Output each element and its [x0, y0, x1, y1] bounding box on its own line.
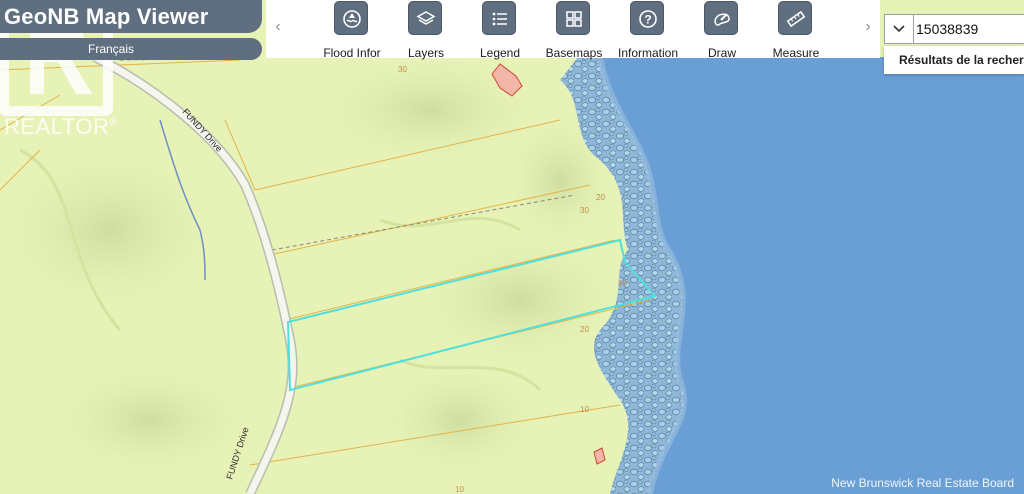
information-icon: ? [639, 10, 657, 28]
tool-measure-button[interactable]: Measure [758, 0, 834, 60]
search-results-label: Résultats de la recherche [899, 53, 1024, 67]
language-toggle-link[interactable]: Français [88, 42, 134, 56]
measure-icon [786, 10, 806, 28]
contour-label: 30 [580, 206, 589, 215]
search-box [884, 14, 1024, 44]
tool-label: Information [617, 46, 679, 60]
tool-legend-button[interactable]: Legend [462, 0, 538, 60]
toolbar-next-arrow[interactable]: › [860, 18, 876, 36]
tool-label: Flood Infor [323, 46, 381, 60]
contour-label: 30 [618, 279, 627, 288]
tool-label: Draw [707, 46, 736, 60]
svg-text:?: ? [644, 13, 651, 27]
search-results-panel[interactable]: Résultats de la recherche [884, 46, 1024, 74]
contour-label: 20 [596, 193, 605, 202]
search-input[interactable] [916, 19, 1024, 39]
realtor-wordmark: REALTOR® [4, 114, 118, 139]
app-title: GeoNB Map Viewer [4, 4, 209, 29]
contour-label: 10 [455, 485, 464, 494]
toolbar: ‹ Flood Infor Layers Legend Basemaps ? I… [266, 0, 880, 60]
draw-icon [714, 13, 730, 26]
flood-icon [343, 10, 361, 28]
contour-label: 20 [580, 325, 589, 334]
board-watermark: New Brunswick Real Estate Board [831, 476, 1014, 490]
contour-label: 30 [398, 65, 407, 74]
tool-label: Measure [772, 46, 820, 60]
title-panel: GeoNB Map Viewer [0, 0, 262, 33]
tool-label: Layers [407, 46, 445, 60]
map-canvas[interactable]: FUNDY Drive FUNDY Drive 30 20 30 30 20 1… [0, 0, 1024, 494]
tool-flood-info-button[interactable]: Flood Infor [314, 0, 390, 60]
tool-label: Legend [479, 46, 521, 60]
chevron-down-icon [893, 25, 905, 33]
layers-icon [416, 11, 436, 25]
tool-information-button[interactable]: ? Information [610, 0, 686, 60]
search-dropdown-button[interactable] [885, 15, 914, 43]
tool-label: Basemaps [545, 46, 603, 60]
legend-icon [492, 12, 507, 26]
toolbar-prev-arrow[interactable]: ‹ [270, 18, 286, 36]
tool-layers-button[interactable]: Layers [388, 0, 464, 60]
tool-basemaps-button[interactable]: Basemaps [536, 0, 612, 60]
contour-label: 10 [580, 405, 589, 414]
tool-draw-button[interactable]: Draw [684, 0, 760, 60]
language-panel: Français [0, 38, 262, 60]
basemaps-icon [566, 11, 582, 27]
